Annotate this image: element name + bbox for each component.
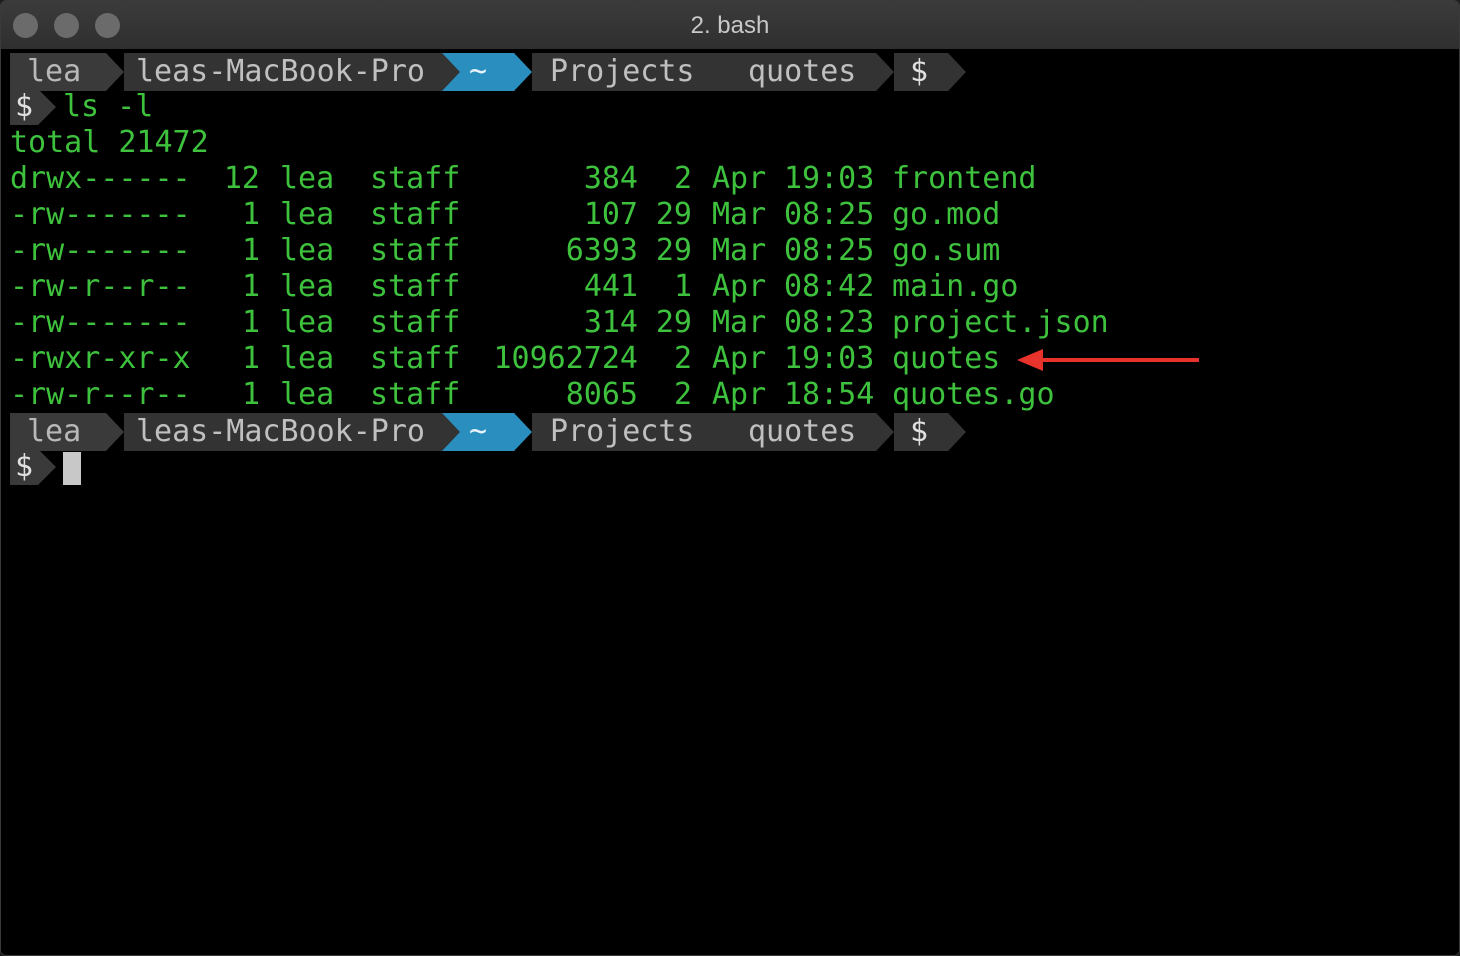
listing-name: main.go (892, 269, 1019, 304)
prompt-user: lea (10, 53, 106, 91)
listing-day: 2 (673, 377, 692, 412)
text-cursor (63, 452, 81, 485)
listing-perms: -rwxr-xr-x (10, 341, 191, 376)
listing-row: -rw-r--r-- 1 lea staff 441 1 Apr 08:42 main.go (10, 269, 1210, 305)
listing-links: 1 (241, 197, 260, 232)
listing-owner: lea (280, 233, 335, 268)
listing-month: Apr (712, 161, 767, 196)
prompt-dir-projects: Projects (532, 53, 708, 91)
listing-links: 1 (241, 377, 260, 412)
listing-month: Apr (712, 269, 767, 304)
terminal-content[interactable]: lea leas-MacBook-Pro ~ Projects quotes $… (1, 49, 1459, 955)
listing-month: Mar (712, 305, 767, 340)
prompt-symbol: $ (10, 449, 70, 485)
listing-links: 1 (241, 305, 260, 340)
listing-links: 1 (241, 341, 260, 376)
listing-size: 314 (583, 305, 638, 340)
listing-perms: -rw-r--r-- (10, 269, 191, 304)
listing-name: go.sum (892, 233, 1001, 268)
prompt-symbol: $ (10, 89, 70, 125)
command-text: ls -l (63, 89, 154, 124)
listing-perms: -rw-r--r-- (10, 377, 191, 412)
listing-perms: -rw------- (10, 305, 191, 340)
red-arrow-icon (1017, 349, 1199, 371)
listing-group: staff (370, 233, 461, 268)
listing-group: staff (370, 341, 461, 376)
title-bar: 2. bash (1, 1, 1459, 50)
listing-time: 19:03 (784, 341, 875, 376)
listing-size: 6393 (565, 233, 638, 268)
listing-row: -rw------- 1 lea staff 314 29 Mar 08:23 project.… (10, 305, 1210, 341)
listing-group: staff (370, 197, 461, 232)
listing-size: 8065 (565, 377, 638, 412)
prompt-dollar: $ (894, 413, 948, 451)
listing-month: Mar (712, 197, 767, 232)
listing-group: staff (370, 305, 461, 340)
listing-month: Mar (712, 233, 767, 268)
listing-owner: lea (280, 269, 335, 304)
listing-name: frontend (892, 161, 1037, 196)
listing-perms: drwx------ (10, 161, 191, 196)
window-title: 2. bash (690, 12, 770, 39)
listing-links: 1 (241, 269, 260, 304)
listing-owner: lea (280, 161, 335, 196)
listing-owner: lea (280, 341, 335, 376)
listing-links: 12 (223, 161, 260, 196)
listing-row: -rw-r--r-- 1 lea staff 8065 2 Apr 18:54 quotes.g… (10, 377, 1210, 413)
listing-day: 29 (655, 233, 692, 268)
listing-name: quotes.go (892, 377, 1055, 412)
listing-time: 08:25 (784, 233, 875, 268)
listing-day: 2 (673, 341, 692, 376)
prompt-host: leas-MacBook-Pro (124, 413, 442, 451)
listing-month: Apr (712, 341, 767, 376)
listing-owner: lea (280, 305, 335, 340)
prompt-host: leas-MacBook-Pro (124, 53, 442, 91)
listing-day: 2 (673, 161, 692, 196)
prompt-dir-quotes: quotes (708, 53, 876, 91)
listing-name: quotes (892, 341, 1001, 376)
listing-group: staff (370, 269, 461, 304)
listing-row: drwx------ 12 lea staff 384 2 Apr 19:03 frontend (10, 161, 1210, 197)
listing-name: project.json (892, 305, 1109, 340)
listing-links: 1 (241, 233, 260, 268)
listing-day: 29 (655, 305, 692, 340)
listing-name: go.mod (892, 197, 1001, 232)
prompt-user: lea (10, 413, 106, 451)
listing-size: 10962724 (493, 341, 639, 376)
prompt-dir-projects: Projects (532, 413, 708, 451)
listing-time: 08:25 (784, 197, 875, 232)
listing-group: staff (370, 161, 461, 196)
total-line: total 21472 (10, 125, 209, 160)
prompt-dollar: $ (894, 53, 948, 91)
listing-size: 384 (583, 161, 638, 196)
listing-size: 107 (583, 197, 638, 232)
listing-month: Apr (712, 377, 767, 412)
listing-day: 29 (655, 197, 692, 232)
listing-time: 19:03 (784, 161, 875, 196)
prompt-dir-quotes: quotes (708, 413, 876, 451)
listing-time: 18:54 (784, 377, 875, 412)
listing-owner: lea (280, 197, 335, 232)
listing-owner: lea (280, 377, 335, 412)
listing-time: 08:23 (784, 305, 875, 340)
listing-group: staff (370, 377, 461, 412)
terminal-window: 2. bash lea leas-MacBook-Pro ~ Projects … (0, 0, 1460, 956)
listing-time: 08:42 (784, 269, 875, 304)
listing-perms: -rw------- (10, 197, 191, 232)
listing-day: 1 (673, 269, 692, 304)
listing-row: -rw------- 1 lea staff 107 29 Mar 08:25 go.mod (10, 197, 1210, 233)
listing-size: 441 (583, 269, 638, 304)
listing-row: -rw------- 1 lea staff 6393 29 Mar 08:25 go.sum (10, 233, 1210, 269)
listing-perms: -rw------- (10, 233, 191, 268)
